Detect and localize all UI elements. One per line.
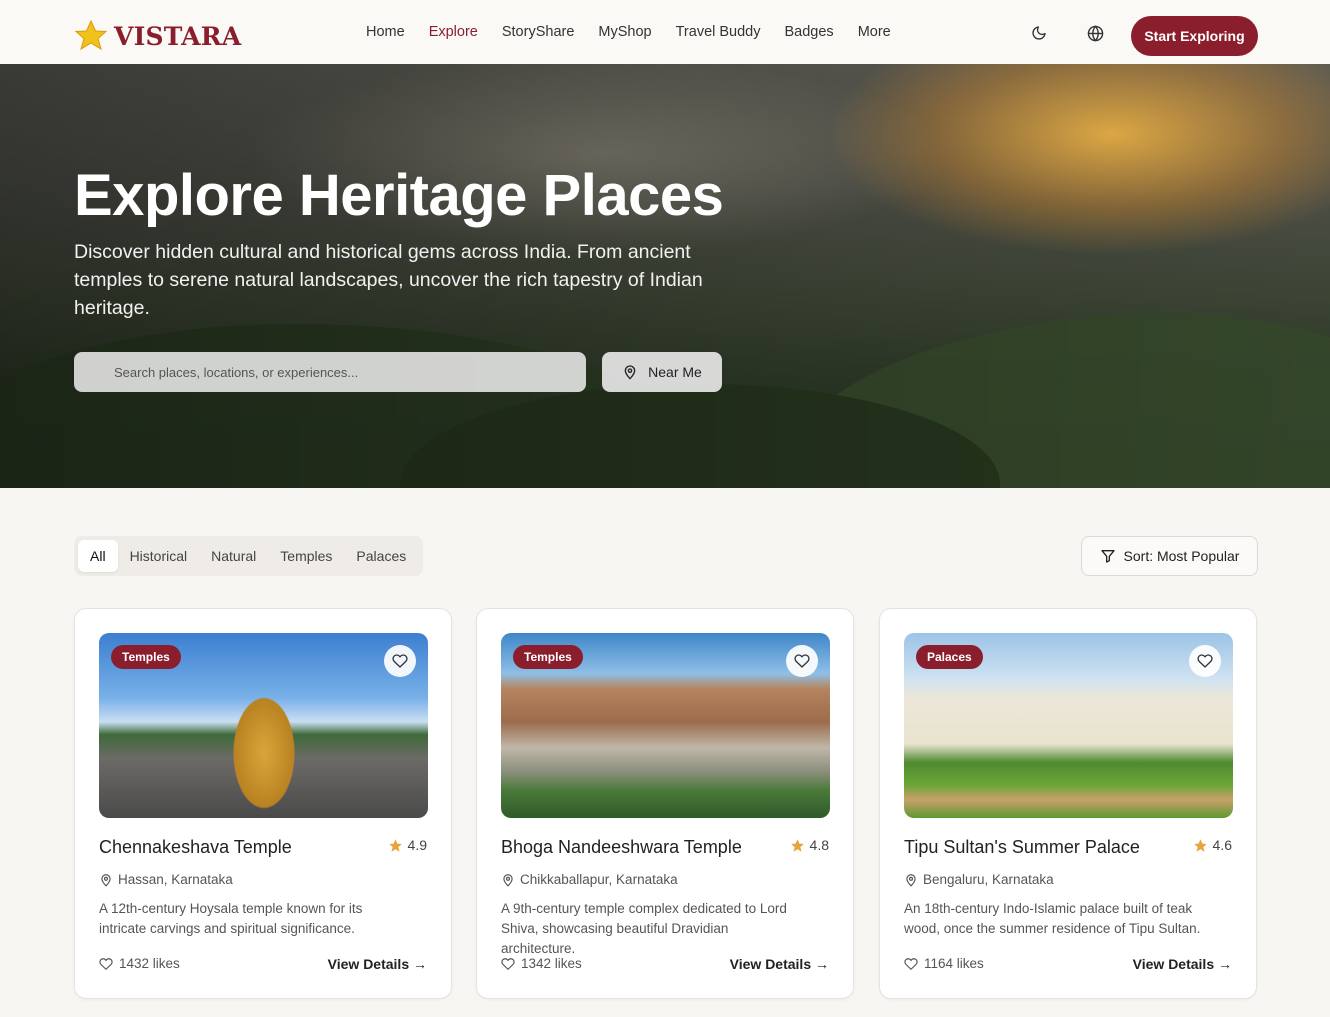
search-input[interactable]: Search places, locations, or experiences… xyxy=(74,352,586,392)
top-navbar: VISTARA Home Explore StoryShare MyShop T… xyxy=(0,0,1330,64)
nav-more[interactable]: More xyxy=(858,24,891,40)
place-rating: 4.8 xyxy=(790,837,829,853)
sort-button[interactable]: Sort: Most Popular xyxy=(1081,536,1258,576)
nav-home[interactable]: Home xyxy=(366,24,405,40)
favorite-button[interactable] xyxy=(384,645,416,677)
map-pin-icon xyxy=(503,873,513,887)
category-badge: Temples xyxy=(111,645,181,669)
place-likes[interactable]: 1164 likes xyxy=(904,956,984,971)
hero-subtitle: Discover hidden cultural and historical … xyxy=(74,241,703,319)
brand-logo[interactable]: VISTARA xyxy=(74,18,241,54)
map-pin-icon xyxy=(624,365,636,380)
place-description: An 18th-century Indo-Islamic palace buil… xyxy=(904,901,1201,936)
filter-palaces[interactable]: Palaces xyxy=(344,540,418,572)
star-logo-icon xyxy=(74,19,108,51)
place-likes[interactable]: 1432 likes xyxy=(99,956,180,971)
location-text: Bengaluru, Karnataka xyxy=(923,872,1054,887)
dark-mode-toggle[interactable] xyxy=(1030,24,1048,42)
place-description: A 9th-century temple complex dedicated t… xyxy=(501,901,787,956)
main-nav: Home Explore StoryShare MyShop Travel Bu… xyxy=(366,0,915,64)
place-location: Hassan, Karnataka xyxy=(99,872,233,887)
heart-icon xyxy=(99,957,113,970)
filter-all[interactable]: All xyxy=(78,540,118,572)
rating-value: 4.8 xyxy=(809,837,829,853)
language-button[interactable] xyxy=(1086,24,1104,42)
heart-icon xyxy=(392,654,408,668)
nav-badges[interactable]: Badges xyxy=(785,24,834,40)
place-description: A 12th-century Hoysala temple known for … xyxy=(99,901,363,936)
view-details-link[interactable]: View Details → xyxy=(730,956,829,972)
map-pin-icon xyxy=(101,873,111,887)
heart-icon xyxy=(904,957,918,970)
category-filter-tabs: All Historical Natural Temples Palaces xyxy=(74,536,423,576)
heart-icon xyxy=(794,654,810,668)
hero-banner: Explore Heritage Places Discover hidden … xyxy=(0,64,1330,488)
place-location: Chikkaballapur, Karnataka xyxy=(501,872,678,887)
place-rating: 4.6 xyxy=(1193,837,1232,853)
star-icon xyxy=(388,838,402,852)
start-exploring-button[interactable]: Start Exploring xyxy=(1131,16,1258,56)
nav-travel-buddy[interactable]: Travel Buddy xyxy=(676,24,761,40)
view-details-link[interactable]: View Details → xyxy=(1133,956,1232,972)
likes-count: 1342 likes xyxy=(521,956,582,971)
hero-title: Explore Heritage Places xyxy=(74,163,724,228)
nav-myshop[interactable]: MyShop xyxy=(598,24,651,40)
view-details-link[interactable]: View Details → xyxy=(328,956,427,972)
brand-name: VISTARA xyxy=(114,21,242,51)
place-title[interactable]: Tipu Sultan's Summer Palace xyxy=(904,837,1140,858)
favorite-button[interactable] xyxy=(786,645,818,677)
place-image[interactable]: Temples xyxy=(501,633,830,818)
map-pin-icon xyxy=(906,873,916,887)
search-placeholder: Search places, locations, or experiences… xyxy=(114,364,359,380)
near-me-label: Near Me xyxy=(648,364,702,380)
rating-value: 4.6 xyxy=(1212,837,1232,853)
filter-funnel-icon xyxy=(1100,550,1115,563)
filter-natural[interactable]: Natural xyxy=(199,540,268,572)
nav-explore[interactable]: Explore xyxy=(429,24,478,40)
globe-icon xyxy=(1087,24,1103,42)
favorite-button[interactable] xyxy=(1189,645,1221,677)
place-rating: 4.9 xyxy=(388,837,427,853)
place-image[interactable]: Temples xyxy=(99,633,428,818)
filter-historical[interactable]: Historical xyxy=(118,540,200,572)
place-title[interactable]: Chennakeshava Temple xyxy=(99,837,292,858)
place-card[interactable]: Temples Chennakeshava Temple 4.9 Hassan,… xyxy=(74,608,452,999)
filter-temples[interactable]: Temples xyxy=(268,540,344,572)
star-icon xyxy=(1193,838,1207,852)
sort-label: Sort: Most Popular xyxy=(1123,548,1240,564)
place-title[interactable]: Bhoga Nandeeshwara Temple xyxy=(501,837,742,858)
rating-value: 4.9 xyxy=(407,837,427,853)
place-likes[interactable]: 1342 likes xyxy=(501,956,582,971)
category-badge: Temples xyxy=(513,645,583,669)
near-me-button[interactable]: Near Me xyxy=(602,352,722,392)
heart-icon xyxy=(1197,654,1213,668)
likes-count: 1432 likes xyxy=(119,956,180,971)
place-card[interactable]: Temples Bhoga Nandeeshwara Temple 4.8 Ch… xyxy=(476,608,854,999)
heart-icon xyxy=(501,957,515,970)
nav-storyshare[interactable]: StoryShare xyxy=(502,24,575,40)
location-text: Hassan, Karnataka xyxy=(118,872,233,887)
place-card[interactable]: Palaces Tipu Sultan's Summer Palace 4.6 … xyxy=(879,608,1257,999)
location-text: Chikkaballapur, Karnataka xyxy=(520,872,678,887)
place-location: Bengaluru, Karnataka xyxy=(904,872,1054,887)
category-badge: Palaces xyxy=(916,645,983,669)
likes-count: 1164 likes xyxy=(924,956,984,971)
moon-icon xyxy=(1032,26,1046,40)
star-icon xyxy=(790,838,804,852)
place-image[interactable]: Palaces xyxy=(904,633,1233,818)
